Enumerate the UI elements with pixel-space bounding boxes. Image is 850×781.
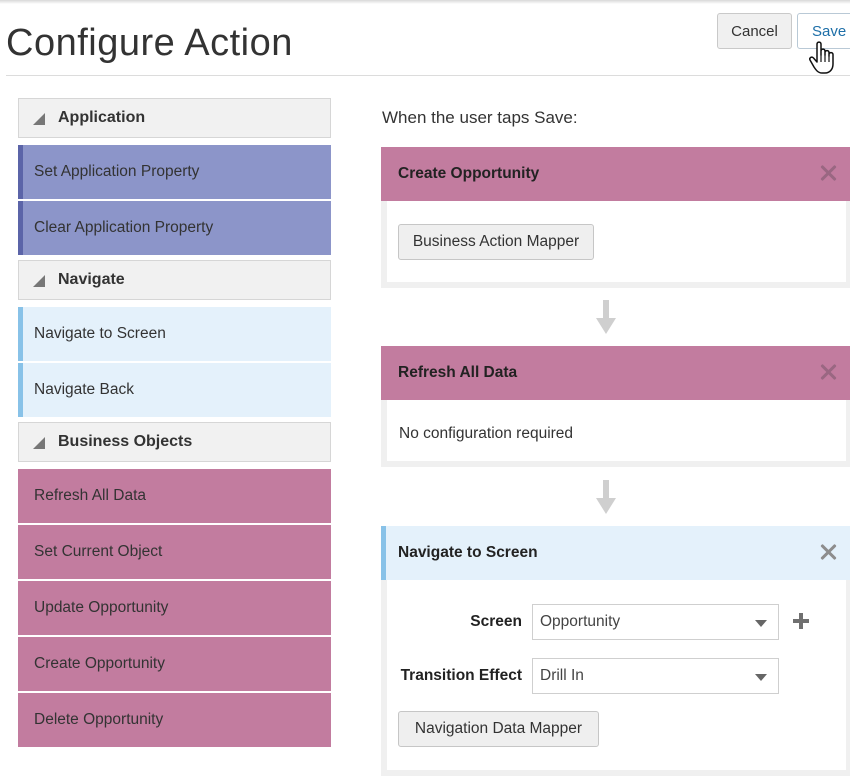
action-card-title: Refresh All Data bbox=[398, 364, 518, 381]
group-header-navigate[interactable]: Navigate bbox=[18, 260, 331, 300]
palette-item-clear-application-property[interactable]: Clear Application Property bbox=[18, 201, 331, 255]
cancel-button[interactable]: Cancel bbox=[717, 13, 792, 49]
group-header-business-objects[interactable]: Business Objects bbox=[18, 422, 331, 462]
screen-select-value: Opportunity bbox=[540, 613, 621, 630]
business-action-mapper-button[interactable]: Business Action Mapper bbox=[398, 224, 594, 260]
palette-item-refresh-all-data[interactable]: Refresh All Data bbox=[18, 469, 331, 523]
triangle-collapse-icon[interactable] bbox=[33, 113, 45, 125]
palette-item-label: Navigate Back bbox=[34, 381, 134, 398]
palette-item-create-opportunity[interactable]: Create Opportunity bbox=[18, 637, 331, 691]
palette-item-label: Navigate to Screen bbox=[34, 325, 166, 342]
palette-item-label: Set Current Object bbox=[34, 543, 163, 560]
action-card-title: Create Opportunity bbox=[398, 165, 540, 182]
top-shadow bbox=[0, 0, 850, 4]
transition-effect-select-value: Drill In bbox=[540, 667, 584, 684]
hand-pointer-icon bbox=[809, 41, 834, 74]
palette-item-label: Refresh All Data bbox=[34, 487, 146, 504]
close-icon[interactable] bbox=[819, 543, 837, 561]
group-header-application[interactable]: Application bbox=[18, 98, 331, 138]
palette-item-delete-opportunity[interactable]: Delete Opportunity bbox=[18, 693, 331, 747]
group-label: Navigate bbox=[58, 271, 125, 288]
flow-intro: When the user taps Save: bbox=[382, 108, 578, 127]
action-card-title: Navigate to Screen bbox=[398, 544, 538, 561]
close-icon[interactable] bbox=[819, 164, 837, 182]
transition-effect-select[interactable]: Drill In bbox=[532, 658, 779, 694]
chevron-down-icon[interactable] bbox=[755, 674, 767, 681]
navigation-data-mapper-button[interactable]: Navigation Data Mapper bbox=[398, 711, 599, 747]
chevron-down-icon[interactable] bbox=[755, 620, 767, 627]
screen-select[interactable]: Opportunity bbox=[532, 604, 779, 640]
action-card-header: Refresh All Data bbox=[381, 346, 850, 400]
palette-item-label: Clear Application Property bbox=[34, 219, 214, 236]
page-title: Configure Action bbox=[6, 22, 293, 64]
palette-item-navigate-back[interactable]: Navigate Back bbox=[18, 363, 331, 417]
action-card-refresh-all-data: Refresh All Data No configuration requir… bbox=[381, 346, 850, 467]
palette-item-label: Set Application Property bbox=[34, 163, 200, 180]
palette-item-label: Create Opportunity bbox=[34, 655, 165, 672]
group-label: Business Objects bbox=[58, 433, 193, 450]
palette-item-navigate-to-screen[interactable]: Navigate to Screen bbox=[18, 307, 331, 361]
action-card-create-opportunity: Create Opportunity bbox=[381, 147, 850, 288]
triangle-collapse-icon[interactable] bbox=[33, 275, 45, 287]
action-card-body: No configuration required bbox=[387, 400, 846, 461]
transition-effect-label: Transition Effect bbox=[400, 667, 522, 684]
title-divider bbox=[6, 75, 850, 76]
action-card-header: Navigate to Screen bbox=[381, 526, 850, 580]
palette-item-set-current-object[interactable]: Set Current Object bbox=[18, 525, 331, 579]
group-label: Application bbox=[58, 109, 146, 126]
palette-item-label: Delete Opportunity bbox=[34, 711, 164, 728]
screen-label: Screen bbox=[470, 613, 522, 630]
no-config-text: No configuration required bbox=[399, 425, 574, 442]
palette-item-set-application-property[interactable]: Set Application Property bbox=[18, 145, 331, 199]
close-icon[interactable] bbox=[819, 363, 837, 381]
arrow-down-icon bbox=[596, 300, 616, 334]
plus-icon[interactable] bbox=[792, 612, 810, 630]
palette-item-label: Update Opportunity bbox=[34, 599, 169, 616]
palette-item-update-opportunity[interactable]: Update Opportunity bbox=[18, 581, 331, 635]
arrow-down-icon bbox=[596, 480, 616, 514]
triangle-collapse-icon[interactable] bbox=[33, 437, 45, 449]
action-card-header: Create Opportunity bbox=[381, 147, 850, 201]
